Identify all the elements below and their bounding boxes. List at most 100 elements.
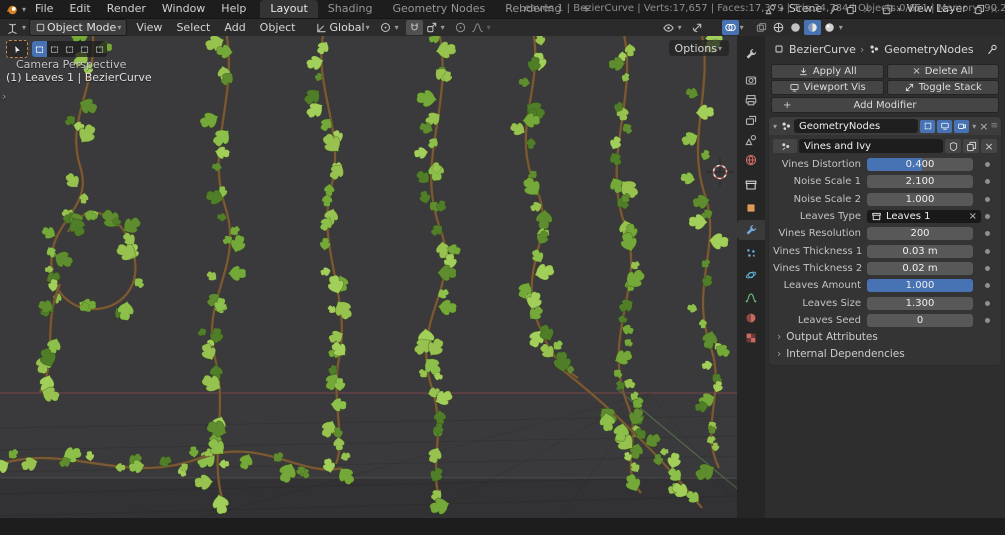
transform-orientation-icon[interactable] [313, 20, 330, 35]
render-toggle[interactable] [954, 120, 969, 133]
mode-dropdown[interactable]: Object Mode ▾ [29, 19, 127, 36]
realtime-toggle[interactable] [937, 120, 952, 133]
decorator-dot[interactable] [985, 283, 990, 288]
modifier-name-field[interactable]: GeometryNodes [794, 119, 918, 133]
falloff-curve-icon[interactable] [469, 20, 486, 35]
properties-tab-texture[interactable] [737, 328, 765, 348]
param-collection-field[interactable]: Leaves 1× [867, 210, 981, 223]
shading-wireframe-icon[interactable] [770, 20, 787, 35]
decorator-dot[interactable] [985, 318, 990, 323]
subpanel-output-attributes[interactable]: ›Output Attributes [769, 329, 1001, 346]
select-subtract-button[interactable] [62, 41, 77, 57]
param-value-field[interactable]: 1.000 [867, 193, 973, 206]
active-tool-tweak-button[interactable] [6, 40, 28, 58]
close-icon[interactable]: × [979, 120, 988, 133]
select-extend-button[interactable] [47, 41, 62, 57]
gizmos-icon[interactable] [689, 20, 706, 35]
select-set-button[interactable] [32, 41, 47, 57]
viewport-menu-add[interactable]: Add [217, 21, 252, 34]
properties-tab-render[interactable] [737, 70, 765, 90]
viewport-menu-select[interactable]: Select [169, 21, 217, 34]
workspace-tab-geometry-nodes[interactable]: Geometry Nodes [382, 0, 495, 18]
tool-header [6, 40, 107, 58]
browse-node-group-button[interactable] [773, 139, 797, 153]
properties-tab-tool[interactable] [737, 44, 765, 64]
properties-tab-object-data[interactable] [737, 287, 765, 307]
breadcrumb-object[interactable]: BezierCurve [789, 43, 856, 56]
blender-logo-icon[interactable] [0, 3, 21, 16]
menu-help[interactable]: Help [213, 0, 254, 18]
select-invert-button[interactable] [77, 41, 92, 57]
unlink-button[interactable]: × [981, 139, 997, 153]
properties-tab-physics[interactable] [737, 265, 765, 285]
add-modifier-button[interactable]: + Add Modifier [771, 97, 999, 113]
decorator-dot[interactable] [985, 179, 990, 184]
subpanel-internal-dependencies[interactable]: ›Internal Dependencies [769, 346, 1001, 363]
param-value-field[interactable]: 2.100 [867, 175, 973, 188]
properties-tab-modifiers[interactable] [737, 220, 765, 240]
param-slider[interactable]: 0.400 [867, 158, 973, 171]
drag-handle-icon[interactable]: ≡ [990, 121, 998, 131]
param-value-field[interactable]: 0.03 m [867, 245, 973, 258]
menu-render[interactable]: Render [99, 0, 154, 18]
snap-target-icon[interactable] [423, 20, 440, 35]
workspace-tab-shading[interactable]: Shading [318, 0, 383, 18]
breadcrumb-modifier[interactable]: GeometryNodes [884, 43, 973, 56]
properties-tab-particles[interactable] [737, 243, 765, 263]
pin-icon[interactable] [986, 43, 999, 56]
overlays-icon[interactable] [722, 20, 739, 35]
proportional-editing-icon[interactable] [452, 20, 469, 35]
decorator-dot[interactable] [985, 214, 990, 219]
node-group-name-field[interactable]: Vines and Ivy [799, 139, 943, 153]
properties-tab-view-layer[interactable] [737, 110, 765, 130]
decorator-dot[interactable] [985, 162, 990, 167]
panel-expand-icon[interactable]: ▾ [772, 122, 778, 131]
modifier-extras-icon[interactable]: ▾ [971, 122, 977, 131]
decorator-dot[interactable] [985, 197, 990, 202]
param-value-field[interactable]: 1.300 [867, 297, 973, 310]
menu-edit[interactable]: Edit [61, 0, 98, 18]
pivot-point-icon[interactable] [377, 20, 394, 35]
decorator-dot[interactable] [985, 301, 990, 306]
properties-tab-output[interactable] [737, 90, 765, 110]
apply-all-button[interactable]: Apply All [771, 64, 884, 79]
properties-tab-collection[interactable] [737, 175, 765, 195]
decorator-dot[interactable] [985, 266, 990, 271]
decorator-dot[interactable] [985, 231, 990, 236]
properties-tab-material[interactable] [737, 308, 765, 328]
show-object-types-icon[interactable] [660, 20, 677, 35]
viewport-menu-object[interactable]: Object [253, 21, 303, 34]
shading-solid-icon[interactable] [787, 20, 804, 35]
workspace-tab-layout[interactable]: Layout [260, 0, 317, 18]
select-intersect-button[interactable] [92, 41, 107, 57]
options-dropdown[interactable]: Options ▾ [669, 40, 729, 56]
menu-window[interactable]: Window [154, 0, 213, 18]
properties-tab-world[interactable] [737, 150, 765, 170]
snap-magnet-icon[interactable] [406, 20, 423, 35]
param-value-field[interactable]: 0.02 m [867, 262, 973, 275]
param-value-field[interactable]: 0 [867, 314, 973, 327]
modifier-param-row: Leaves Size1.300 [769, 294, 1001, 311]
shading-rendered-icon[interactable] [821, 20, 838, 35]
viewport-menu-view[interactable]: View [129, 21, 169, 34]
toolbar-expand-arrow[interactable]: › [2, 90, 6, 103]
toggle-stack-button[interactable]: Toggle Stack [887, 80, 1000, 95]
fake-user-shield-button[interactable] [945, 139, 961, 153]
param-slider[interactable]: 1.000 [867, 279, 973, 292]
viewport-vis-button[interactable]: Viewport Vis [771, 80, 884, 95]
delete-all-button[interactable]: × Delete All [887, 64, 1000, 79]
options-label: Options [675, 42, 717, 55]
shading-material-icon[interactable] [804, 20, 821, 35]
properties-tab-scene[interactable] [737, 130, 765, 150]
param-value-field[interactable]: 200 [867, 227, 973, 240]
menu-file[interactable]: File [27, 0, 61, 18]
editor-type-icon[interactable] [4, 20, 21, 35]
properties-tab-object[interactable] [737, 198, 765, 218]
edit-mode-toggle[interactable] [920, 120, 935, 133]
3d-viewport[interactable]: Camera Perspective (1) Leaves 1 | Bezier… [0, 36, 737, 518]
clear-collection-icon[interactable]: × [969, 211, 977, 222]
orientation-dropdown[interactable]: Global [330, 21, 365, 34]
new-copy-button[interactable] [963, 139, 979, 153]
xray-toggle-icon[interactable] [753, 20, 770, 35]
decorator-dot[interactable] [985, 249, 990, 254]
